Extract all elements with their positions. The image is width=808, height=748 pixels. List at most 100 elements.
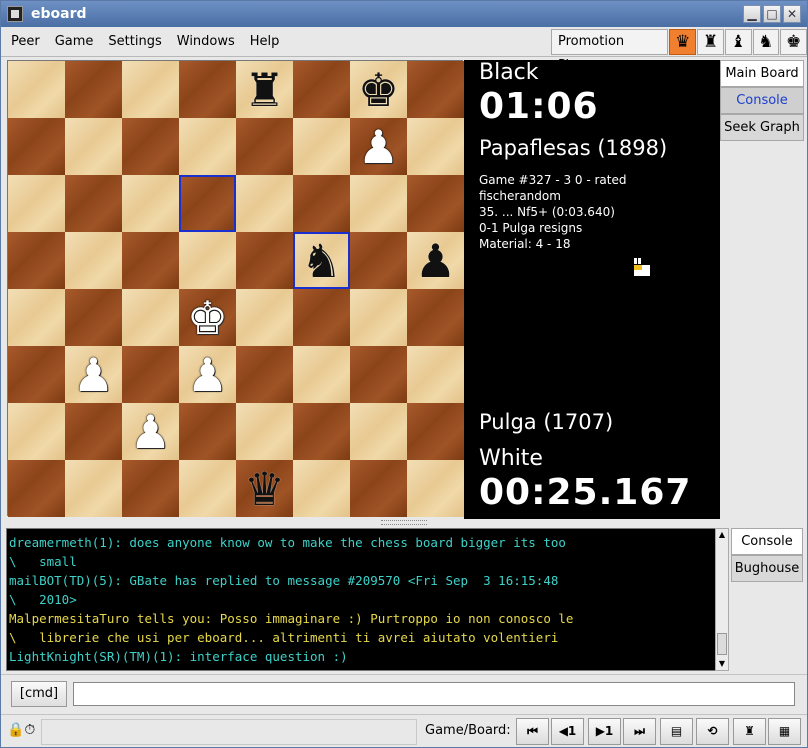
white-pawn-piece[interactable]: ♟ (130, 409, 171, 455)
minimize-icon[interactable]: ▁ (743, 5, 761, 23)
board-square[interactable] (293, 118, 350, 175)
white-pawn-piece[interactable]: ♟ (73, 352, 114, 398)
black-pawn-piece[interactable]: ♟ (415, 238, 456, 284)
tab-console[interactable]: Console (731, 528, 803, 555)
board-square[interactable]: ♛ (236, 460, 293, 517)
board-square[interactable] (122, 61, 179, 118)
chess-board[interactable]: ♜ ♚ ♟ ♞ ♟ ♚ ♟ ♟ ♟ ♛ (7, 60, 464, 517)
board-square[interactable] (350, 175, 407, 232)
black-rook-piece[interactable]: ♜ (244, 67, 285, 113)
board-square[interactable] (293, 460, 350, 517)
board-square[interactable] (122, 232, 179, 289)
board-square[interactable] (236, 175, 293, 232)
board-square[interactable] (8, 346, 65, 403)
black-knight-piece[interactable]: ♞ (301, 238, 342, 284)
menu-peer[interactable]: Peer (5, 34, 46, 49)
board-square[interactable] (8, 460, 65, 517)
white-pawn-piece[interactable]: ♟ (187, 352, 228, 398)
black-queen-piece[interactable]: ♛ (244, 466, 285, 512)
tab-bughouse[interactable]: Bughouse (731, 555, 803, 582)
board-square[interactable] (350, 460, 407, 517)
close-icon[interactable]: ✕ (783, 5, 801, 23)
board-square[interactable] (65, 403, 122, 460)
board-square[interactable]: ♟ (65, 346, 122, 403)
board-square[interactable] (122, 460, 179, 517)
board-square[interactable] (407, 175, 464, 232)
tab-console[interactable]: Console (720, 87, 804, 114)
board-square[interactable] (8, 403, 65, 460)
board-square[interactable] (293, 346, 350, 403)
board-square[interactable] (65, 118, 122, 175)
menu-game[interactable]: Game (49, 34, 100, 49)
board-icon[interactable]: ▦ (768, 718, 801, 745)
board-square[interactable] (293, 403, 350, 460)
board-square[interactable] (122, 289, 179, 346)
board-square[interactable] (8, 175, 65, 232)
flip-icon[interactable]: ⟲ (696, 718, 729, 745)
board-square[interactable]: ♜ (236, 61, 293, 118)
board-square[interactable] (236, 346, 293, 403)
board-square[interactable] (65, 460, 122, 517)
first-move-button[interactable]: ⏮ (516, 718, 549, 745)
next-move-button[interactable]: ▶1 (588, 718, 621, 745)
pane-splitter-handle[interactable] (381, 520, 427, 525)
promote-queen-button[interactable]: ♛ (669, 29, 697, 55)
board-square[interactable] (350, 403, 407, 460)
sound-icon[interactable]: ♜ (733, 718, 766, 745)
board-square[interactable] (179, 118, 236, 175)
board-square[interactable] (293, 61, 350, 118)
board-square[interactable] (407, 118, 464, 175)
board-square[interactable] (122, 118, 179, 175)
board-square[interactable] (65, 61, 122, 118)
board-square[interactable] (350, 289, 407, 346)
board-square[interactable] (350, 346, 407, 403)
board-square[interactable]: ♞ (293, 232, 350, 289)
board-square[interactable] (293, 175, 350, 232)
board-square[interactable] (8, 232, 65, 289)
menu-windows[interactable]: Windows (171, 34, 241, 49)
board-square[interactable] (236, 289, 293, 346)
board-square[interactable]: ♟ (122, 403, 179, 460)
board-square[interactable] (179, 403, 236, 460)
board-square[interactable] (8, 61, 65, 118)
board-square[interactable] (236, 118, 293, 175)
board-square[interactable] (407, 61, 464, 118)
scroll-down-icon[interactable]: ▼ (716, 658, 728, 670)
board-square[interactable] (65, 232, 122, 289)
notation-icon[interactable]: ▤ (660, 718, 693, 745)
white-king-piece[interactable]: ♚ (187, 295, 228, 341)
board-square[interactable] (236, 403, 293, 460)
board-square[interactable] (179, 175, 236, 232)
board-square[interactable] (407, 403, 464, 460)
board-square[interactable]: ♟ (179, 346, 236, 403)
scroll-up-icon[interactable]: ▲ (716, 529, 728, 541)
board-square[interactable] (407, 289, 464, 346)
board-square[interactable] (8, 289, 65, 346)
white-pawn-piece[interactable]: ♟ (358, 124, 399, 170)
promote-knight-button[interactable]: ♞ (752, 29, 780, 55)
black-king-piece[interactable]: ♚ (358, 67, 399, 113)
board-square[interactable] (122, 346, 179, 403)
menu-settings[interactable]: Settings (102, 34, 167, 49)
board-square[interactable] (8, 118, 65, 175)
board-square[interactable] (293, 289, 350, 346)
board-square[interactable] (179, 61, 236, 118)
promote-king-button[interactable]: ♚ (780, 29, 807, 55)
previous-move-button[interactable]: ◀1 (551, 718, 584, 745)
board-square[interactable] (407, 346, 464, 403)
scroll-thumb[interactable] (717, 633, 727, 655)
board-square[interactable] (236, 232, 293, 289)
command-input[interactable] (73, 682, 795, 706)
board-square[interactable] (65, 289, 122, 346)
promote-bishop-button[interactable]: ♝ (724, 29, 752, 55)
cmd-button[interactable]: [cmd] (11, 681, 67, 707)
console-scrollbar[interactable]: ▲ ▼ (715, 528, 729, 671)
board-square[interactable] (407, 460, 464, 517)
board-square[interactable]: ♚ (179, 289, 236, 346)
board-square[interactable]: ♚ (350, 61, 407, 118)
board-square[interactable] (65, 175, 122, 232)
menu-help[interactable]: Help (244, 34, 286, 49)
board-square[interactable]: ♟ (350, 118, 407, 175)
board-square[interactable] (179, 232, 236, 289)
board-square[interactable] (122, 175, 179, 232)
